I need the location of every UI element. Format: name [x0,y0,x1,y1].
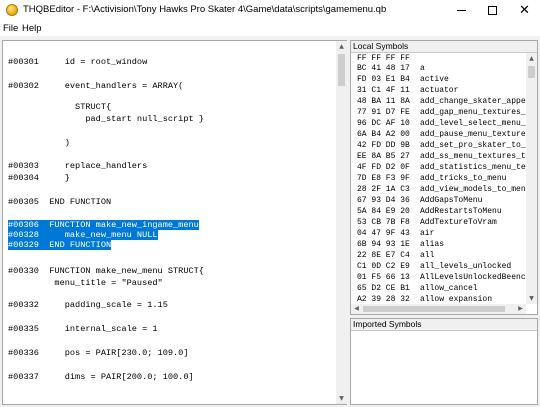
window-title: THQBEditor - F:\Activision\Tony Hawks Pr… [23,4,387,15]
scroll-down-icon[interactable]: ▼ [526,293,537,304]
code-line: #00336 pos = PAIR[230.0; 109.0] [8,348,189,358]
code-line: #00303 replace_handlers [8,161,148,171]
menu-bar: File Help [0,20,540,37]
menu-help[interactable]: Help [22,23,42,34]
editor-vertical-scrollbar[interactable]: ▲ ▼ [336,41,347,404]
scroll-thumb[interactable] [363,306,505,312]
imported-symbols-list[interactable] [351,331,537,404]
symbols-horizontal-scrollbar[interactable]: ◀ ▶ [351,304,526,314]
local-symbols-header: Local Symbols [351,41,537,53]
scroll-right-icon[interactable]: ▶ [515,304,526,314]
local-symbols-panel: Local Symbols FF FF FF FF BC 41 48 17 a F… [350,40,538,315]
minimize-button[interactable] [446,0,477,20]
code-line: #00337 dims = PAIR[200.0; 100.0] [8,372,194,382]
scroll-down-icon[interactable]: ▼ [336,393,347,404]
close-button[interactable]: ✕ [509,0,540,20]
code-line-selected: #00328 make_new_menu NULL [8,230,158,240]
code-line: #00302 event_handlers = ARRAY( [8,81,184,91]
code-line: #00305 END FUNCTION [8,197,112,207]
scroll-thumb[interactable] [338,54,345,86]
local-symbols-list[interactable]: FF FF FF FF BC 41 48 17 a FD 03 E1 B4 acti… [351,53,526,304]
scroll-up-icon[interactable]: ▲ [526,53,537,64]
code-line: #00332 padding_scale = 1.15 [8,300,168,310]
maximize-icon [488,5,497,15]
imported-symbols-panel: Imported Symbols [350,318,538,405]
code-line: STRUCT{ [8,102,112,112]
code-text-area[interactable]: #00301 id = root_window #00302 event_han… [3,41,336,404]
code-line: ) [8,138,70,148]
symbols-vertical-scrollbar[interactable]: ▲ ▼ [526,53,537,304]
code-line: pad_start null_script } [8,114,204,124]
code-line-selected: #00329 END FUNCTION [8,240,112,250]
code-line: #00304 } [8,173,70,183]
menu-file[interactable]: File [3,23,18,34]
code-line: #00301 id = root_window [8,57,148,67]
maximize-button[interactable] [477,0,508,20]
code-line-selected: #00306 FUNCTION make_new_ingame_menu [8,220,199,230]
app-icon [6,4,18,16]
code-line: #00335 internal_scale = 1 [8,324,158,334]
minimize-icon [457,9,466,11]
code-line: menu_title = "Paused" [8,278,163,288]
code-line: #00330 FUNCTION make_new_menu STRUCT{ [8,266,204,276]
scroll-up-icon[interactable]: ▲ [336,41,347,52]
imported-symbols-header: Imported Symbols [351,319,537,331]
scroll-left-icon[interactable]: ◀ [351,304,362,314]
code-editor[interactable]: #00301 id = root_window #00302 event_han… [2,40,347,405]
title-bar[interactable]: THQBEditor - F:\Activision\Tony Hawks Pr… [0,0,540,20]
close-icon: ✕ [519,2,530,18]
scroll-thumb[interactable] [528,66,535,78]
